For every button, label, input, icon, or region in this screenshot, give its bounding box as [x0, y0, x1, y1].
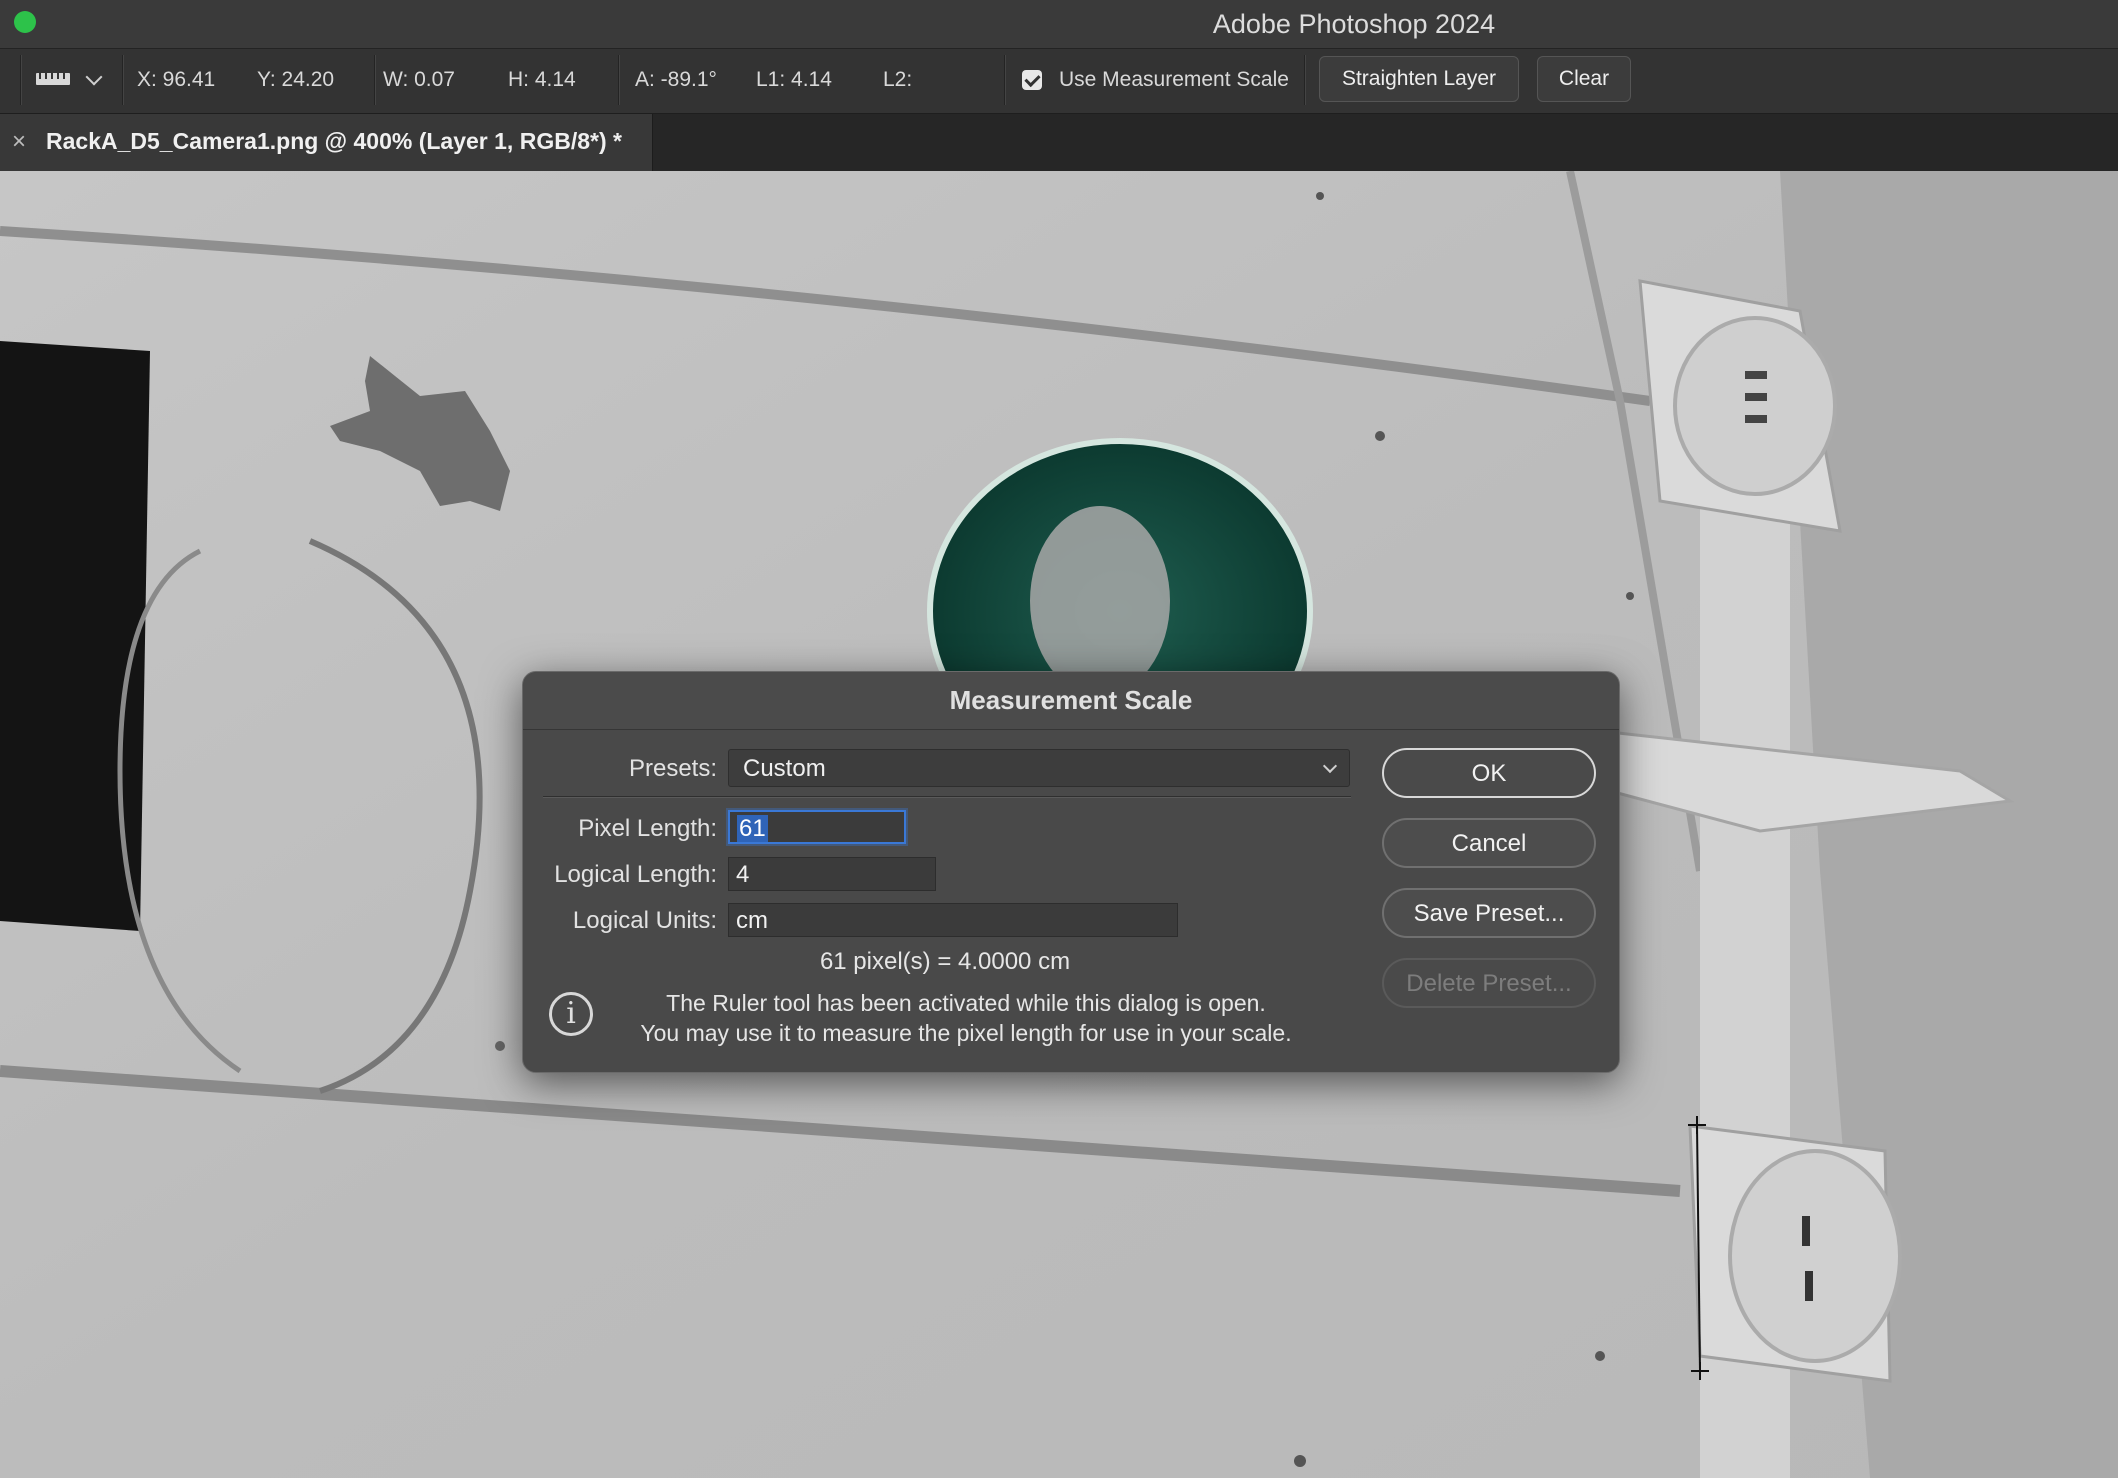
divider [122, 55, 124, 105]
save-preset-button[interactable]: Save Preset... [1382, 888, 1596, 938]
speck [1316, 192, 1324, 200]
cap-reflection [1030, 506, 1170, 696]
speck [495, 1041, 505, 1051]
speck [1375, 431, 1385, 441]
document-tab[interactable]: × RackA_D5_Camera1.png @ 400% (Layer 1, … [0, 114, 653, 171]
divider [20, 55, 22, 105]
mount-hole [1745, 371, 1767, 379]
chevron-down-icon [85, 68, 103, 86]
divider [1304, 55, 1306, 105]
w-readout: W: 0.07 [383, 68, 455, 91]
divider [1004, 55, 1006, 105]
title-bar: Adobe Photoshop 2024 [0, 0, 2118, 49]
delete-preset-button[interactable]: Delete Preset... [1382, 958, 1596, 1008]
scale-result: 61 pixel(s) = 4.0000 cm [819, 948, 1071, 975]
cancel-button[interactable]: Cancel [1382, 818, 1596, 868]
pixel-length-field[interactable]: 61 [728, 810, 906, 844]
mount-hole [1745, 415, 1767, 423]
use-measurement-scale-checkbox[interactable] [1022, 70, 1042, 90]
pixel-length-value: 61 [737, 815, 768, 842]
mount-button [1728, 1149, 1902, 1363]
divider [618, 55, 620, 105]
l1-readout: L1: 4.14 [756, 68, 832, 91]
app-title: Adobe Photoshop 2024 [1212, 9, 1496, 39]
angle-readout: A: -89.1° [635, 68, 717, 91]
clear-button[interactable]: Clear [1537, 56, 1631, 102]
presets-label: Presets: [628, 755, 717, 782]
presets-value: Custom [743, 755, 826, 782]
options-bar: X: 96.41 Y: 24.20 W: 0.07 H: 4.14 A: -89… [0, 49, 2118, 114]
info-line-2: You may use it to measure the pixel leng… [640, 1020, 1292, 1046]
close-tab-icon[interactable]: × [12, 128, 26, 156]
logical-length-field[interactable]: 4 [728, 857, 936, 891]
mount-hole [1802, 1216, 1810, 1246]
logical-units-field[interactable]: cm [728, 903, 1178, 937]
document-tab-title: RackA_D5_Camera1.png @ 400% (Layer 1, RG… [46, 128, 622, 154]
h-readout: H: 4.14 [508, 68, 576, 91]
tool-preset-picker[interactable] [32, 63, 107, 97]
mount-hole [1745, 393, 1767, 401]
divider [374, 55, 376, 105]
ok-button[interactable]: OK [1382, 748, 1596, 798]
y-readout: Y: 24.20 [257, 68, 335, 91]
chevron-down-icon [1322, 758, 1338, 774]
pixel-length-label: Pixel Length: [578, 815, 717, 842]
x-readout: X: 96.41 [137, 68, 216, 91]
presets-select[interactable]: Custom [728, 749, 1350, 787]
use-measurement-scale-label[interactable]: Use Measurement Scale [1059, 68, 1289, 92]
info-icon: i [549, 992, 593, 1036]
logical-units-label: Logical Units: [572, 907, 717, 934]
l2-readout: L2: [883, 68, 913, 91]
straighten-layer-button[interactable]: Straighten Layer [1319, 56, 1519, 102]
mount-hole [1805, 1271, 1813, 1301]
info-message: The Ruler tool has been activated while … [606, 988, 1326, 1048]
mount-button [1673, 316, 1837, 496]
dialog-divider [543, 796, 1351, 798]
dialog-title: Measurement Scale [523, 672, 1619, 730]
info-line-1: The Ruler tool has been activated while … [666, 990, 1266, 1016]
logical-length-label: Logical Length: [554, 861, 717, 888]
speck [1626, 592, 1634, 600]
speck [1595, 1351, 1605, 1361]
dark-block [0, 341, 150, 931]
speck [1294, 1455, 1306, 1467]
ruler-icon [36, 73, 70, 85]
document-tab-bar: × RackA_D5_Camera1.png @ 400% (Layer 1, … [0, 114, 2118, 171]
